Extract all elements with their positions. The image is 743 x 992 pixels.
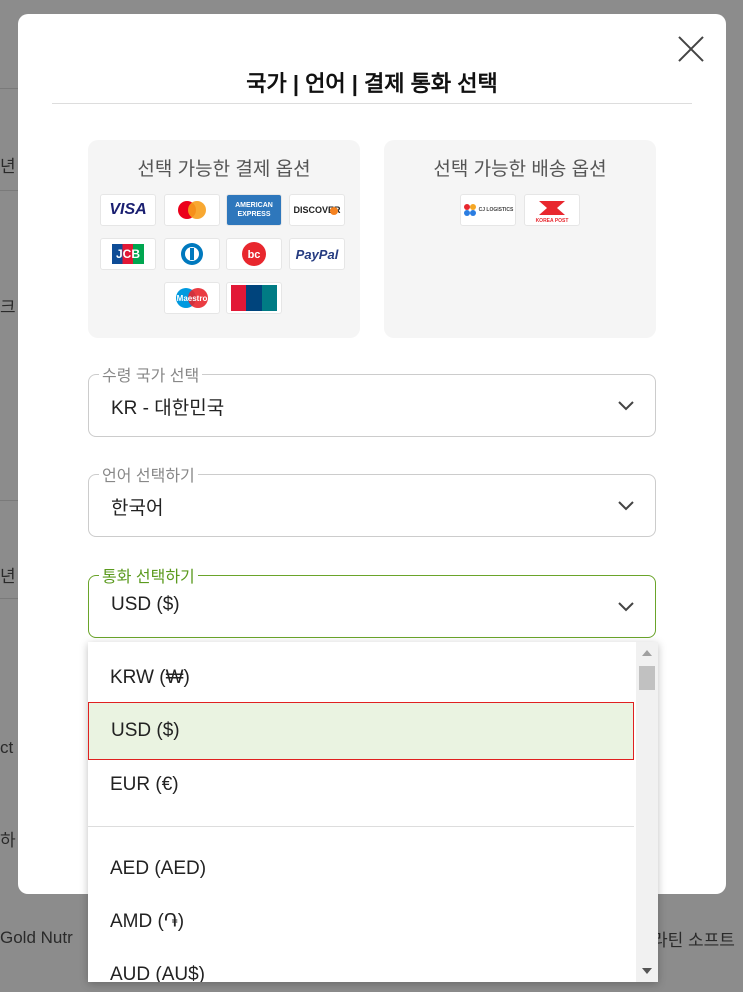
close-icon[interactable] [674, 32, 708, 66]
bg-product-name: 라틴 소프트 [652, 931, 735, 950]
bg-text: ct [0, 738, 14, 757]
language-select-label: 언어 선택하기 [99, 462, 198, 486]
shipping-options-card: 선택 가능한 배송 옵션 CJ LOGISTICS KOREA POST [384, 140, 656, 338]
paypal-logo: PayPal [289, 238, 345, 270]
svg-text:Maestro: Maestro [177, 294, 208, 303]
title-divider [52, 103, 692, 104]
payment-options-card: 선택 가능한 결제 옵션 VISA AMERICAN EXPRESS DISCO… [88, 140, 360, 338]
chevron-down-icon [618, 602, 634, 612]
bg-text: 크 [0, 298, 16, 317]
scrollbar-thumb[interactable] [639, 666, 655, 690]
bg-text: 년 [0, 567, 16, 586]
maestro-icon: Maestro [176, 288, 208, 308]
payment-options-title: 선택 가능한 결제 옵션 [137, 159, 311, 180]
shipping-options-title: 선택 가능한 배송 옵션 [433, 159, 607, 180]
svg-text:KOREA POST: KOREA POST [536, 218, 569, 223]
mastercard-icon [178, 201, 206, 219]
bg-product-name: Gold Nutr [0, 928, 73, 947]
unionpay-logo [226, 282, 282, 314]
bg-divider [0, 190, 18, 191]
unionpay-icon [231, 285, 277, 311]
bg-text: 년 [0, 157, 16, 176]
visa-logo-text: VISA [109, 201, 147, 218]
currency-select[interactable]: 통화 선택하기 USD ($) [88, 563, 656, 638]
bg-text: 하 [0, 831, 16, 850]
visa-logo: VISA [100, 194, 156, 226]
language-select[interactable]: 언어 선택하기 한국어 [88, 462, 656, 537]
cj-logistics-logo: CJ LOGISTICS [460, 194, 516, 226]
currency-option-usd[interactable]: USD ($) [88, 702, 634, 760]
chevron-down-icon [618, 401, 634, 411]
dropdown-divider [88, 826, 634, 827]
modal-title: 국가 | 언어 | 결제 통화 선택 [246, 71, 498, 96]
jcb-logo: JCB [100, 238, 156, 270]
currency-option-krw[interactable]: KRW (₩) [88, 649, 634, 707]
currency-select-label: 통화 선택하기 [99, 563, 198, 587]
maestro-logo: Maestro [164, 282, 220, 314]
bc-card-logo: bc [226, 238, 282, 270]
bg-divider [0, 88, 18, 89]
cj-icon [463, 204, 476, 216]
diners-club-icon [181, 243, 203, 265]
discover-logo: DISCOVER [289, 194, 345, 226]
currency-option-aud[interactable]: AUD (AU$) [88, 946, 634, 982]
svg-text:bc: bc [248, 249, 261, 261]
discover-dot-icon [330, 207, 338, 215]
currency-option-eur[interactable]: EUR (€) [88, 756, 634, 814]
bg-divider [0, 500, 18, 501]
scroll-down-arrow-icon[interactable] [642, 968, 652, 974]
scroll-up-arrow-icon[interactable] [642, 650, 652, 656]
currency-dropdown-list: KRW (₩) USD ($) EUR (€) AED (AED) AMD (֏… [88, 642, 658, 982]
currency-select-value: USD ($) [111, 594, 180, 615]
country-select-value: KR - 대한민국 [111, 398, 225, 419]
country-select-label: 수령 국가 선택 [99, 362, 203, 386]
dropdown-scrollbar[interactable] [636, 642, 658, 982]
korea-post-icon: KOREA POST [536, 201, 569, 223]
amex-logo: AMERICAN EXPRESS [226, 194, 282, 226]
chevron-down-icon [618, 501, 634, 511]
korea-post-logo: KOREA POST [524, 194, 580, 226]
country-select[interactable]: 수령 국가 선택 KR - 대한민국 [88, 362, 656, 437]
language-select-value: 한국어 [111, 498, 164, 519]
mastercard-logo [164, 194, 220, 226]
bg-divider [0, 598, 18, 599]
currency-option-aed[interactable]: AED (AED) [88, 840, 634, 898]
bc-card-icon: bc [242, 242, 266, 266]
currency-option-amd[interactable]: AMD (֏) [88, 893, 634, 951]
diners-club-logo [164, 238, 220, 270]
